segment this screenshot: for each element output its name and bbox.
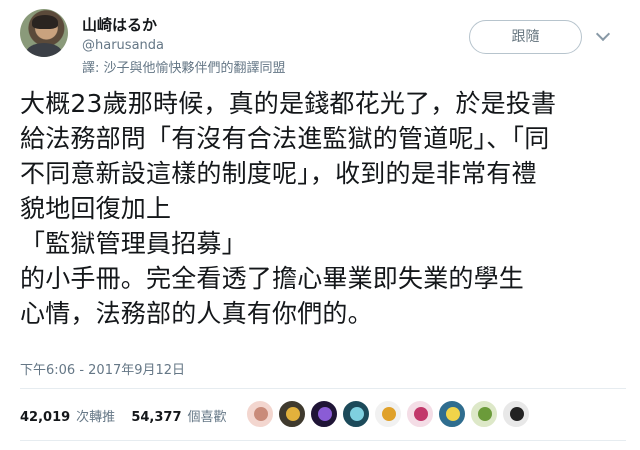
liker-avatar-figure xyxy=(414,407,428,421)
user-display-name[interactable]: 山崎はるか xyxy=(82,14,157,35)
liker-avatar-figure xyxy=(446,407,460,421)
user-handle[interactable]: @harusanda xyxy=(82,38,164,53)
divider-bottom xyxy=(20,440,626,441)
liker-avatar-1[interactable] xyxy=(246,400,274,428)
follow-button[interactable]: 跟隨 xyxy=(469,20,582,54)
retweets-label: 次轉推 xyxy=(76,410,116,425)
tweet-line: 不同意新設這樣的制度呢」，收到的是非常有禮 xyxy=(20,159,537,188)
tweet-text: 大概23歲那時候，真的是錢都花光了，於是投書 給法務部問「有沒有合法進監獄的管道… xyxy=(20,86,626,331)
divider-top xyxy=(20,388,626,389)
liker-avatar-figure xyxy=(286,407,300,421)
liker-avatar-figure xyxy=(510,407,524,421)
tweet-line: 給法務部問「有沒有合法進監獄的管道呢」、「同 xyxy=(20,124,550,153)
translation-note: 譯: 沙子與他愉快夥伴們的翻譯同盟 xyxy=(82,61,286,76)
tweet-line: 「監獄管理員招募」 xyxy=(20,229,247,258)
liker-avatar-8[interactable] xyxy=(470,400,498,428)
tweet-timestamp[interactable]: 下午6:06 - 2017年9月12日 xyxy=(20,359,185,378)
tweet-line: 心情，法務部的人真有你們的。 xyxy=(20,299,373,328)
retweets-count: 42,019 xyxy=(20,410,71,425)
tweet-line: 的小手冊。完全看透了擔心畢業即失業的學生 xyxy=(20,264,525,293)
tweet-line: 大概23歲那時候，真的是錢都花光了，於是投書 xyxy=(20,89,557,118)
liker-avatar-2[interactable] xyxy=(278,400,306,428)
liker-avatar-9[interactable] xyxy=(502,400,530,428)
liker-avatar-figure xyxy=(254,407,268,421)
tweet-stats: 42,019 次轉推 54,377 個喜歡 xyxy=(20,406,239,425)
liker-avatar-figure xyxy=(382,407,396,421)
likes-count: 54,377 xyxy=(131,410,182,425)
user-avatar[interactable] xyxy=(20,9,68,57)
likes-stat[interactable]: 54,377 個喜歡 xyxy=(131,410,226,425)
liker-avatar-4[interactable] xyxy=(342,400,370,428)
liker-avatar-figure xyxy=(318,407,332,421)
tweet-line: 貌地回復加上 xyxy=(20,194,172,223)
liker-avatar-figure xyxy=(350,407,364,421)
chevron-down-icon[interactable] xyxy=(595,26,611,42)
liker-avatar-7[interactable] xyxy=(438,400,466,428)
avatar-shirt xyxy=(26,43,62,57)
liker-avatar-3[interactable] xyxy=(310,400,338,428)
liker-avatar-figure xyxy=(478,407,492,421)
liker-avatar-6[interactable] xyxy=(406,400,434,428)
liker-avatar-5[interactable] xyxy=(374,400,402,428)
retweets-stat[interactable]: 42,019 次轉推 xyxy=(20,410,115,425)
avatar-hair xyxy=(32,15,58,29)
likes-label: 個喜歡 xyxy=(187,410,227,425)
